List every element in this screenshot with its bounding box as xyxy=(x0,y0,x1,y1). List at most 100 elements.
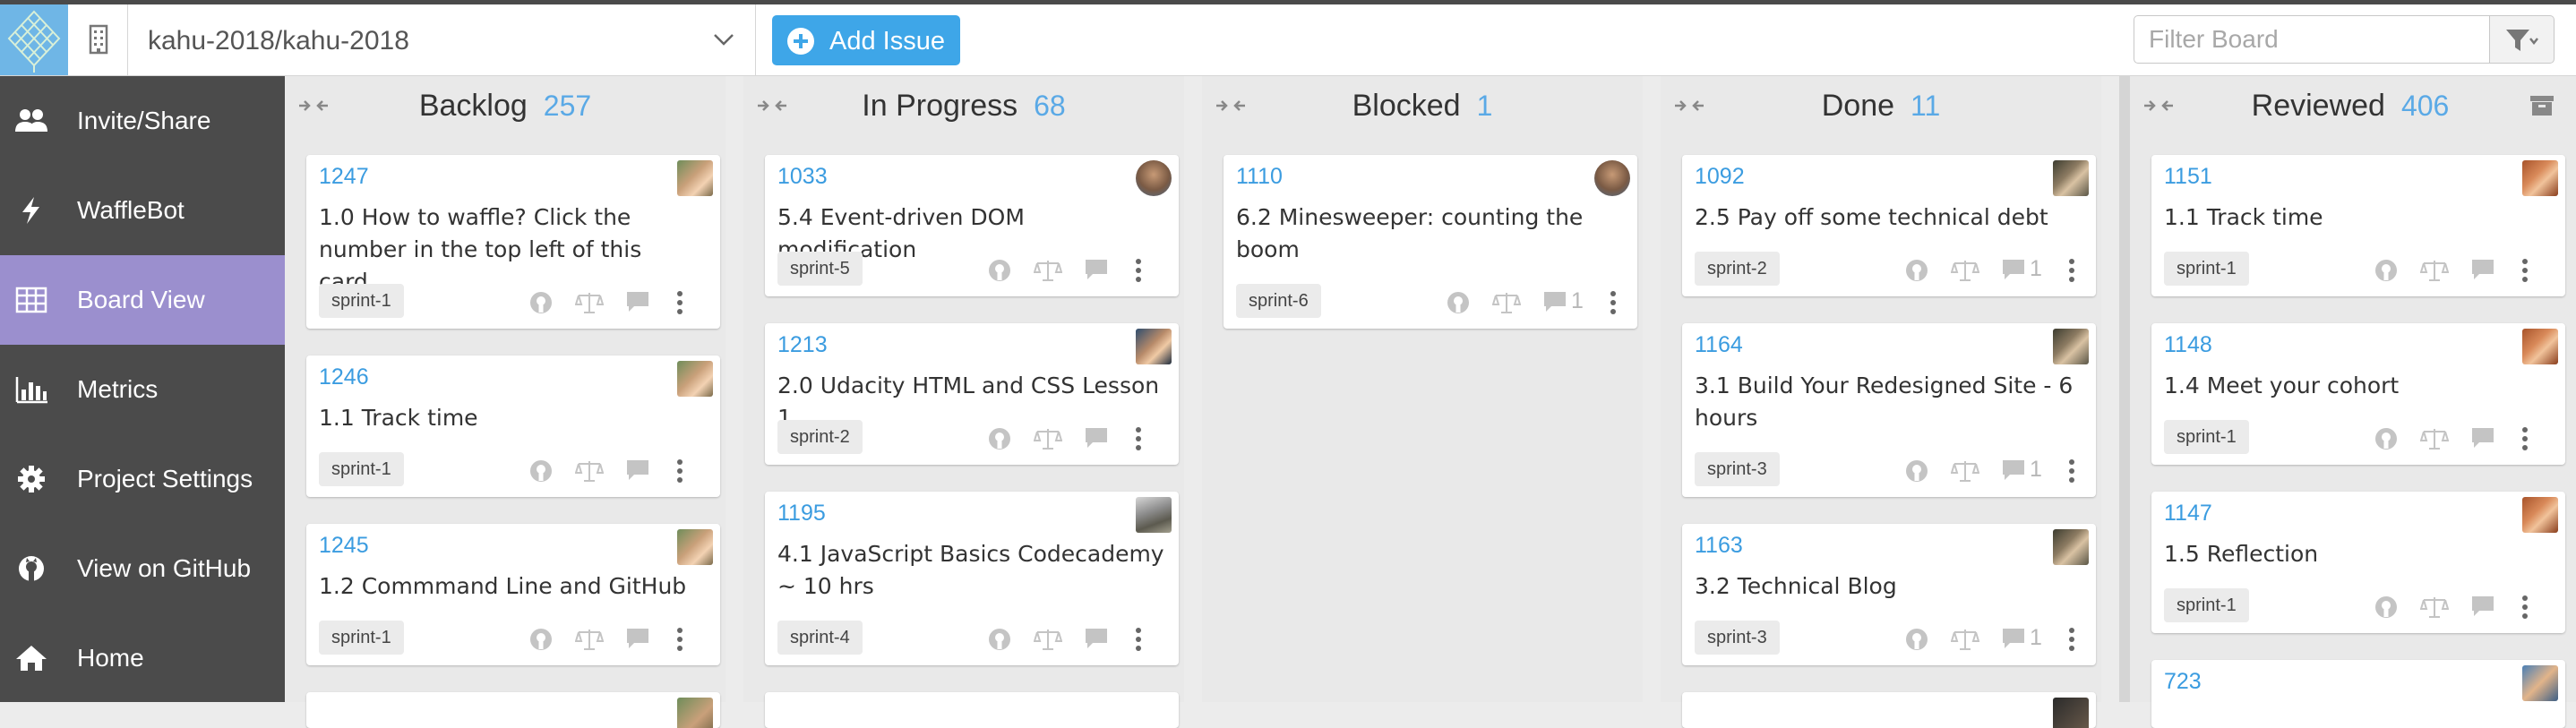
comment-icon[interactable] xyxy=(2470,426,2495,450)
github-icon[interactable] xyxy=(2374,426,2399,451)
avatar[interactable] xyxy=(677,698,713,728)
avatar[interactable] xyxy=(2522,329,2558,364)
github-icon[interactable] xyxy=(528,290,554,315)
scale-icon[interactable] xyxy=(2420,426,2449,451)
issue-card[interactable]: 1151 1.1 Track time sprint-1 xyxy=(2151,155,2565,296)
sidebar-item-wafflebot[interactable]: WaffleBot xyxy=(0,166,285,255)
comment-icon[interactable] xyxy=(1084,258,1109,281)
filter-button[interactable] xyxy=(2490,15,2555,64)
avatar[interactable] xyxy=(2053,160,2089,196)
more-options-icon[interactable] xyxy=(2520,595,2529,620)
github-icon[interactable] xyxy=(1446,290,1471,315)
scale-icon[interactable] xyxy=(2420,595,2449,620)
avatar[interactable] xyxy=(2522,160,2558,196)
more-options-icon[interactable] xyxy=(2520,426,2529,451)
github-icon[interactable] xyxy=(987,426,1012,451)
waffle-logo[interactable] xyxy=(0,4,68,75)
github-icon[interactable] xyxy=(528,627,554,652)
issue-card[interactable]: 1163 3.2 Technical Blog sprint-3 1 xyxy=(1682,524,2096,665)
avatar[interactable] xyxy=(1136,497,1172,533)
scale-icon[interactable] xyxy=(1951,627,1979,652)
comment-icon[interactable] xyxy=(625,627,650,650)
scale-icon[interactable] xyxy=(575,290,604,315)
issue-number[interactable]: 1148 xyxy=(2164,332,2212,358)
github-icon[interactable] xyxy=(987,258,1012,283)
more-options-icon[interactable] xyxy=(1609,290,1618,315)
issue-label[interactable]: sprint-1 xyxy=(2164,420,2249,454)
archive-icon[interactable] xyxy=(2529,94,2555,117)
sidebar-item-view-on-github[interactable]: View on GitHub xyxy=(0,524,285,613)
repo-selector[interactable]: kahu-2018/kahu-2018 xyxy=(128,4,756,75)
more-options-icon[interactable] xyxy=(675,290,684,315)
sidebar-item-home[interactable]: Home xyxy=(0,613,285,703)
scale-icon[interactable] xyxy=(1951,458,1979,484)
issue-number[interactable]: 1163 xyxy=(1695,533,1743,559)
more-options-icon[interactable] xyxy=(2067,258,2076,283)
issue-number[interactable]: 1195 xyxy=(777,501,826,527)
filter-board-input[interactable] xyxy=(2134,15,2490,64)
scale-icon[interactable] xyxy=(575,458,604,484)
issue-number[interactable]: 1164 xyxy=(1695,332,1743,358)
github-icon[interactable] xyxy=(1904,627,1929,652)
avatar[interactable] xyxy=(1136,329,1172,364)
more-options-icon[interactable] xyxy=(1134,627,1143,652)
issue-label[interactable]: sprint-2 xyxy=(1695,252,1780,286)
sidebar-item-invite-share[interactable]: Invite/Share xyxy=(0,76,285,166)
comment-icon[interactable] xyxy=(2001,458,2026,482)
issue-card[interactable]: 1245 1.2 Commmand Line and GitHub sprint… xyxy=(306,524,720,665)
issue-number[interactable]: 1213 xyxy=(777,332,828,358)
github-icon[interactable] xyxy=(2374,595,2399,620)
issue-label[interactable]: sprint-1 xyxy=(319,284,404,318)
issue-label[interactable]: sprint-3 xyxy=(1695,621,1780,655)
more-options-icon[interactable] xyxy=(1134,426,1143,451)
scale-icon[interactable] xyxy=(575,627,604,652)
avatar[interactable] xyxy=(1136,160,1172,196)
comment-icon[interactable] xyxy=(1542,290,1567,313)
issue-label[interactable]: sprint-3 xyxy=(1695,452,1780,486)
issue-card[interactable] xyxy=(306,692,720,728)
issue-number[interactable]: 1151 xyxy=(2164,164,2212,190)
issue-label[interactable]: sprint-1 xyxy=(2164,252,2249,286)
org-switcher[interactable] xyxy=(70,4,128,75)
issue-card[interactable]: 1092 2.5 Pay off some technical debt spr… xyxy=(1682,155,2096,296)
more-options-icon[interactable] xyxy=(675,458,684,484)
github-icon[interactable] xyxy=(987,627,1012,652)
comment-icon[interactable] xyxy=(2470,258,2495,281)
issue-label[interactable]: sprint-5 xyxy=(777,252,863,286)
comment-icon[interactable] xyxy=(2470,595,2495,618)
github-icon[interactable] xyxy=(1904,458,1929,484)
issue-card[interactable]: 1148 1.4 Meet your cohort sprint-1 xyxy=(2151,323,2565,465)
more-options-icon[interactable] xyxy=(675,627,684,652)
avatar[interactable] xyxy=(2053,329,2089,364)
scale-icon[interactable] xyxy=(2420,258,2449,283)
issue-number[interactable]: 1246 xyxy=(319,364,369,390)
issue-number[interactable]: 1033 xyxy=(777,164,828,190)
sidebar-item-project-settings[interactable]: Project Settings xyxy=(0,434,285,524)
issue-card[interactable]: 1147 1.5 Reflection sprint-1 xyxy=(2151,492,2565,633)
issue-label[interactable]: sprint-6 xyxy=(1236,284,1321,318)
avatar[interactable] xyxy=(677,529,713,565)
scale-icon[interactable] xyxy=(1492,290,1521,315)
scale-icon[interactable] xyxy=(1034,627,1062,652)
more-options-icon[interactable] xyxy=(2067,627,2076,652)
issue-label[interactable]: sprint-4 xyxy=(777,621,863,655)
avatar[interactable] xyxy=(677,160,713,196)
comment-icon[interactable] xyxy=(625,290,650,313)
issue-number[interactable]: 1245 xyxy=(319,533,369,559)
add-issue-button[interactable]: Add Issue xyxy=(772,15,960,65)
avatar[interactable] xyxy=(2522,665,2558,701)
more-options-icon[interactable] xyxy=(2067,458,2076,484)
sidebar-item-board-view[interactable]: Board View xyxy=(0,255,285,345)
issue-card[interactable]: 1247 1.0 How to waffle? Click the number… xyxy=(306,155,720,329)
issue-number[interactable]: 1110 xyxy=(1236,164,1283,190)
issue-card[interactable]: 1213 2.0 Udacity HTML and CSS Lesson 1 s… xyxy=(765,323,1179,465)
scale-icon[interactable] xyxy=(1034,258,1062,283)
sidebar-item-metrics[interactable]: Metrics xyxy=(0,345,285,434)
more-options-icon[interactable] xyxy=(2520,258,2529,283)
issue-number[interactable]: 723 xyxy=(2164,669,2202,695)
avatar[interactable] xyxy=(1594,160,1630,196)
issue-card[interactable]: 723 xyxy=(2151,660,2565,728)
comment-icon[interactable] xyxy=(1084,627,1109,650)
scale-icon[interactable] xyxy=(1951,258,1979,283)
issue-card[interactable]: 1195 4.1 JavaScript Basics Codecademy ~ … xyxy=(765,492,1179,665)
